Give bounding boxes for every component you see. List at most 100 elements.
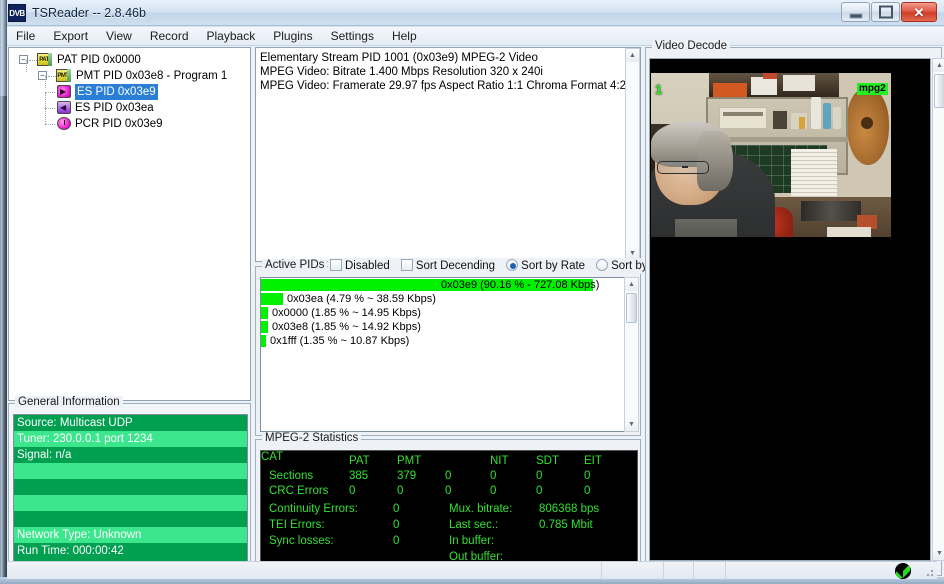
tree-connector bbox=[48, 76, 56, 77]
checkbox-label: Disabled bbox=[345, 260, 390, 272]
radio-icon[interactable] bbox=[596, 259, 609, 271]
radio-icon-selected[interactable] bbox=[506, 259, 519, 271]
stream-info-text: Elementary Stream PID 1001 (0x03e9) MPEG… bbox=[256, 48, 640, 96]
scroll-down-icon[interactable]: ▼ bbox=[933, 547, 944, 560]
stats-cell: 0 bbox=[445, 470, 452, 482]
disabled-checkbox[interactable]: Disabled bbox=[330, 258, 390, 274]
scrollbar-track[interactable] bbox=[933, 72, 944, 547]
checkbox-icon[interactable] bbox=[330, 259, 342, 271]
list-item bbox=[14, 463, 247, 479]
tree-node-pmt[interactable]: − PMT PMT PID 0x03e8 - Program 1 bbox=[13, 60, 250, 84]
pid-bar-row[interactable]: 0x03ea (4.79 % ~ 38.59 Kbps) bbox=[261, 292, 637, 306]
stats-row-label: CRC Errors bbox=[269, 485, 329, 497]
status-icon-blade-2 bbox=[896, 571, 903, 578]
menu-item-record[interactable]: Record bbox=[141, 27, 198, 46]
menu-item-export[interactable]: Export bbox=[44, 27, 97, 46]
tree-node-es-video[interactable]: ES PID 0x03e9 bbox=[13, 76, 250, 100]
stats-column-header: EIT bbox=[584, 455, 602, 467]
mpeg2-statistics-legend: MPEG-2 Statistics bbox=[262, 432, 362, 444]
sort-descending-checkbox[interactable]: Sort Decending bbox=[400, 258, 496, 274]
menu-item-plugins[interactable]: Plugins bbox=[264, 27, 321, 46]
menu-item-file[interactable]: File bbox=[7, 27, 44, 46]
menu-bar: File Export View Record Playback Plugins… bbox=[7, 27, 944, 46]
tree-node-es-audio[interactable]: ES PID 0x03ea bbox=[13, 92, 250, 116]
general-information-list[interactable]: Source: Multicast UDP Tuner: 230.0.0.1 p… bbox=[13, 414, 248, 572]
pid-tree-panel[interactable]: − PAT PAT PID 0x0000 − PMT PMT PID 0x03e… bbox=[8, 47, 251, 401]
window-frame-bottom bbox=[0, 579, 944, 584]
title-bar: DVB TSReader -- 2.8.46b ✕ bbox=[0, 0, 944, 26]
checkbox-label: Sort Decending bbox=[415, 260, 496, 272]
pmt-table-icon: PMT bbox=[56, 69, 71, 82]
stats-column-header: PAT bbox=[349, 455, 370, 467]
active-pids-list[interactable]: 0x03e9 (90.16 % - 727.08 Kbps) 0x03ea (4… bbox=[260, 277, 638, 432]
scene-box-orange bbox=[713, 83, 747, 97]
pid-bar-row[interactable]: 0x03e8 (1.85 % ~ 14.92 Kbps) bbox=[261, 320, 637, 334]
active-pids-controls: Disabled Sort Decending Sort by Rate Sor… bbox=[328, 258, 680, 274]
list-item: Source: Multicast UDP bbox=[14, 415, 247, 431]
tree-node-pat[interactable]: − PAT PAT PID 0x0000 bbox=[13, 52, 250, 68]
audio-stream-icon bbox=[57, 101, 71, 115]
close-button[interactable]: ✕ bbox=[901, 2, 937, 22]
active-pids-scrollbar[interactable]: ▲ ▼ bbox=[624, 277, 639, 432]
minimize-button[interactable] bbox=[841, 2, 870, 22]
menu-item-help[interactable]: Help bbox=[383, 27, 426, 46]
menu-item-settings[interactable]: Settings bbox=[322, 27, 383, 46]
video-decode-surface[interactable]: 1 mpg2 bbox=[649, 58, 931, 561]
dvb-status-icon[interactable] bbox=[895, 563, 911, 579]
maximize-button[interactable] bbox=[871, 2, 900, 22]
tree-node-label-selected: ES PID 0x03e9 bbox=[75, 84, 158, 100]
pcr-clock-icon bbox=[57, 117, 71, 130]
scroll-up-icon[interactable]: ▲ bbox=[625, 278, 638, 291]
video-decode-group: Video Decode 1 mpg2 ▲ ▼ bbox=[645, 40, 944, 576]
stats-cell: 0 bbox=[584, 470, 591, 482]
video-stream-icon bbox=[57, 85, 71, 99]
pid-bar-row[interactable]: 0x1fff (1.35 % ~ 10.87 Kbps) bbox=[261, 334, 637, 348]
stats-column-header: PMT bbox=[397, 455, 422, 467]
pid-bar-label: 0x03e8 (1.85 % ~ 14.92 Kbps) bbox=[272, 321, 421, 333]
pid-bar-row[interactable]: 0x03e9 (90.16 % - 727.08 Kbps) bbox=[261, 278, 637, 292]
resize-grip-icon[interactable] bbox=[923, 566, 935, 578]
pid-bar bbox=[261, 293, 283, 305]
status-icon-blade-1 bbox=[903, 564, 910, 571]
stats-column-header: SDT bbox=[536, 455, 559, 467]
stats-row-label: Sections bbox=[269, 470, 314, 482]
scrollbar-thumb[interactable] bbox=[934, 74, 944, 108]
pid-bar-row[interactable]: 0x0000 (1.85 % ~ 14.95 Kbps) bbox=[261, 306, 637, 320]
stream-info-panel[interactable]: Elementary Stream PID 1001 (0x03e9) MPEG… bbox=[255, 47, 641, 262]
pid-bar-label: 0x03ea (4.79 % ~ 38.59 Kbps) bbox=[287, 293, 436, 305]
scrollbar-track[interactable] bbox=[626, 62, 639, 247]
window-frame-left-lower bbox=[0, 96, 7, 577]
sort-by-rate-radio[interactable]: Sort by Rate bbox=[506, 258, 585, 274]
stats-label-in-buffer: In buffer: bbox=[449, 535, 495, 547]
video-panel-scrollbar[interactable]: ▲ ▼ bbox=[932, 58, 944, 561]
stream-info-scrollbar[interactable]: ▲ ▼ bbox=[625, 48, 640, 261]
video-codec-badge: mpg2 bbox=[857, 83, 888, 95]
tree-connector bbox=[26, 60, 27, 72]
stats-value-mux-bitrate: 806368 bps bbox=[539, 503, 600, 515]
scrollbar-thumb[interactable] bbox=[626, 293, 637, 323]
tree-node-label: PCR PID 0x03e9 bbox=[75, 118, 163, 130]
tree-connector bbox=[45, 108, 46, 124]
list-item: Signal: n/a bbox=[14, 447, 247, 463]
pid-bar-label: 0x03e9 (90.16 % - 727.08 Kbps) bbox=[441, 279, 600, 291]
scroll-down-icon[interactable]: ▼ bbox=[625, 418, 638, 431]
application-window: DVB TSReader -- 2.8.46b ✕ File Export Vi… bbox=[0, 0, 944, 584]
stream-info-line: Elementary Stream PID 1001 (0x03e9) MPEG… bbox=[260, 52, 538, 64]
active-pids-group: Active PIDs Disabled Sort Decending Sort… bbox=[255, 258, 680, 436]
stream-info-line: MPEG Video: Framerate 29.97 fps Aspect R… bbox=[260, 80, 636, 92]
scene-bottle-4 bbox=[799, 117, 805, 129]
status-segment bbox=[663, 562, 693, 579]
tree-node-label: PMT PID 0x03e8 - Program 1 bbox=[76, 70, 228, 82]
scene-guitar bbox=[847, 89, 889, 165]
tree-node-pcr[interactable]: PCR PID 0x03e9 bbox=[13, 108, 250, 132]
scroll-up-icon[interactable]: ▲ bbox=[933, 59, 944, 72]
close-icon: ✕ bbox=[913, 5, 925, 20]
menu-item-playback[interactable]: Playback bbox=[198, 27, 265, 46]
scene-box-white-2 bbox=[783, 75, 815, 91]
scroll-up-icon[interactable]: ▲ bbox=[626, 49, 639, 62]
stats-cell: 0 bbox=[536, 485, 543, 497]
checkbox-icon[interactable] bbox=[400, 259, 413, 271]
menu-item-view[interactable]: View bbox=[97, 27, 141, 46]
tree-connector bbox=[45, 108, 55, 109]
general-information-legend: General Information bbox=[15, 396, 123, 408]
